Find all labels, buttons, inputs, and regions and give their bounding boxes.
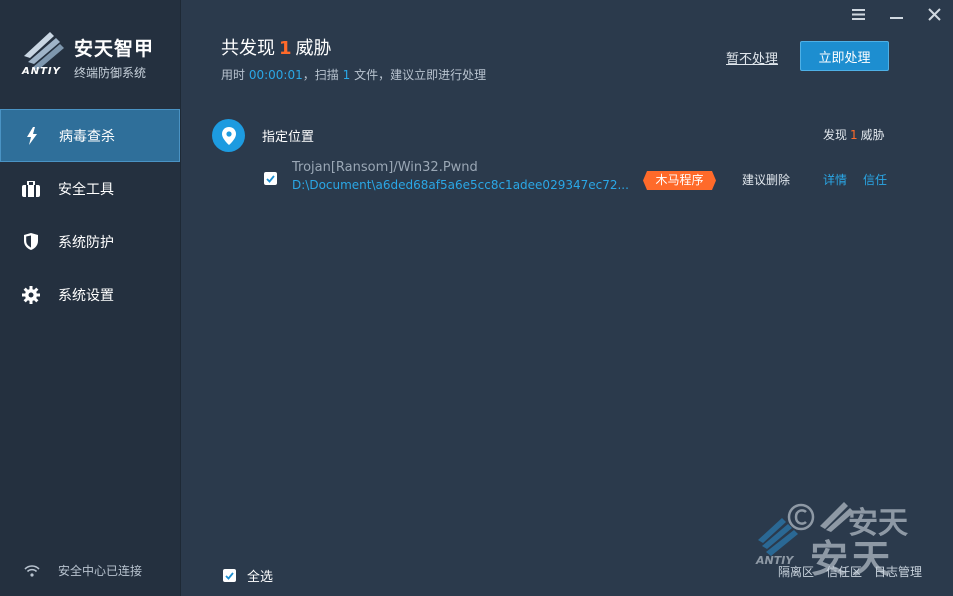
checkmark-icon [225, 571, 234, 580]
window-controls [839, 0, 953, 28]
scan-result-title: 共发现 1 威胁 [221, 34, 332, 60]
handle-now-button[interactable]: 立即处理 [800, 41, 889, 71]
connection-status-text: 安全中心已连接 [58, 564, 143, 578]
scan-summary: 用时 00:00:01，扫描 1 文件，建议立即进行处理 [221, 66, 486, 83]
select-all-label: 全选 [247, 570, 274, 585]
threat-suggestion: 建议删除 [742, 173, 791, 187]
minimize-button[interactable] [877, 0, 915, 28]
sidebar-item-virus-scan[interactable]: 病毒查杀 [0, 109, 180, 162]
close-icon [927, 7, 941, 21]
threat-category: 木马程序 [655, 173, 704, 187]
sidebar-item-label: 病毒查杀 [59, 128, 115, 145]
checkmark-icon [266, 174, 275, 183]
trust-link[interactable]: 信任 [863, 171, 887, 188]
select-all-checkbox[interactable] [223, 569, 236, 582]
sidebar-item-label: 系统防护 [58, 234, 114, 251]
group-title: 指定位置 [262, 130, 315, 145]
detail-link[interactable]: 详情 [823, 171, 847, 188]
watermark-logo-icon [758, 518, 798, 556]
sidebar-item-security-tools[interactable]: 安全工具 [0, 162, 180, 215]
close-button[interactable] [915, 0, 953, 28]
scan-label: ，扫描 [302, 68, 339, 82]
ignore-link[interactable]: 暂不处理 [726, 48, 778, 67]
sidebar-item-system-settings[interactable]: 系统设置 [0, 268, 180, 321]
group-count-prefix: 发现 [823, 128, 848, 142]
menu-button[interactable] [839, 0, 877, 28]
group-threat-count: 发现 1 威胁 [823, 126, 885, 143]
trust-zone-link[interactable]: 信任区 [826, 563, 862, 580]
lightning-icon [23, 126, 41, 145]
location-icon [212, 119, 245, 152]
minimize-icon [889, 17, 903, 19]
app-window: ANTIY 安天智甲 终端防御系统 病毒查杀 安全工具 系统防护 系统设置 安全… [0, 0, 953, 596]
title-suffix: 威胁 [295, 38, 332, 59]
time-label: 用时 [221, 68, 246, 82]
brand-name: 安天智甲 [74, 38, 155, 60]
sidebar-item-system-protection[interactable]: 系统防护 [0, 215, 180, 268]
threat-category-badge: 木马程序 [643, 171, 716, 190]
sidebar: ANTIY 安天智甲 终端防御系统 病毒查杀 安全工具 系统防护 系统设置 安全… [0, 0, 181, 596]
group-count-value: 1 [850, 128, 858, 142]
quarantine-link[interactable]: 隔离区 [778, 563, 814, 580]
sidebar-item-label: 系统设置 [58, 287, 114, 304]
title-prefix: 共发现 [221, 38, 275, 59]
wifi-icon [24, 564, 40, 577]
antiy-watermark: 安天 安天 ANTIY [752, 494, 932, 581]
toolbox-icon [22, 180, 40, 198]
group-count-suffix: 威胁 [860, 128, 885, 142]
elapsed-time: 00:00:01 [248, 68, 303, 82]
scan-suffix: 文件，建议立即进行处理 [354, 68, 487, 82]
hamburger-menu-icon [851, 8, 865, 20]
brand-logo: ANTIY 安天智甲 终端防御系统 [20, 22, 180, 82]
logo-wordmark: ANTIY [22, 66, 61, 77]
connection-status: 安全中心已连接 [24, 562, 142, 579]
threat-checkbox[interactable] [264, 172, 277, 185]
footer-links: 隔离区 信任区 日志管理 [778, 563, 934, 580]
threat-name: Trojan[Ransom]/Win32.Pwnd [292, 160, 478, 175]
threat-path[interactable]: D:\Document\a6ded68af5a6e5cc8c1adee02934… [292, 178, 637, 192]
threat-count: 1 [279, 38, 292, 59]
log-management-link[interactable]: 日志管理 [874, 563, 922, 580]
gear-icon [22, 285, 40, 304]
scanned-count: 1 [342, 68, 351, 82]
sidebar-item-label: 安全工具 [58, 181, 114, 198]
select-all[interactable]: 全选 [223, 566, 273, 585]
shield-icon [22, 233, 40, 251]
brand-subtitle: 终端防御系统 [74, 66, 147, 80]
sidebar-nav: 病毒查杀 安全工具 系统防护 系统设置 [0, 109, 180, 321]
